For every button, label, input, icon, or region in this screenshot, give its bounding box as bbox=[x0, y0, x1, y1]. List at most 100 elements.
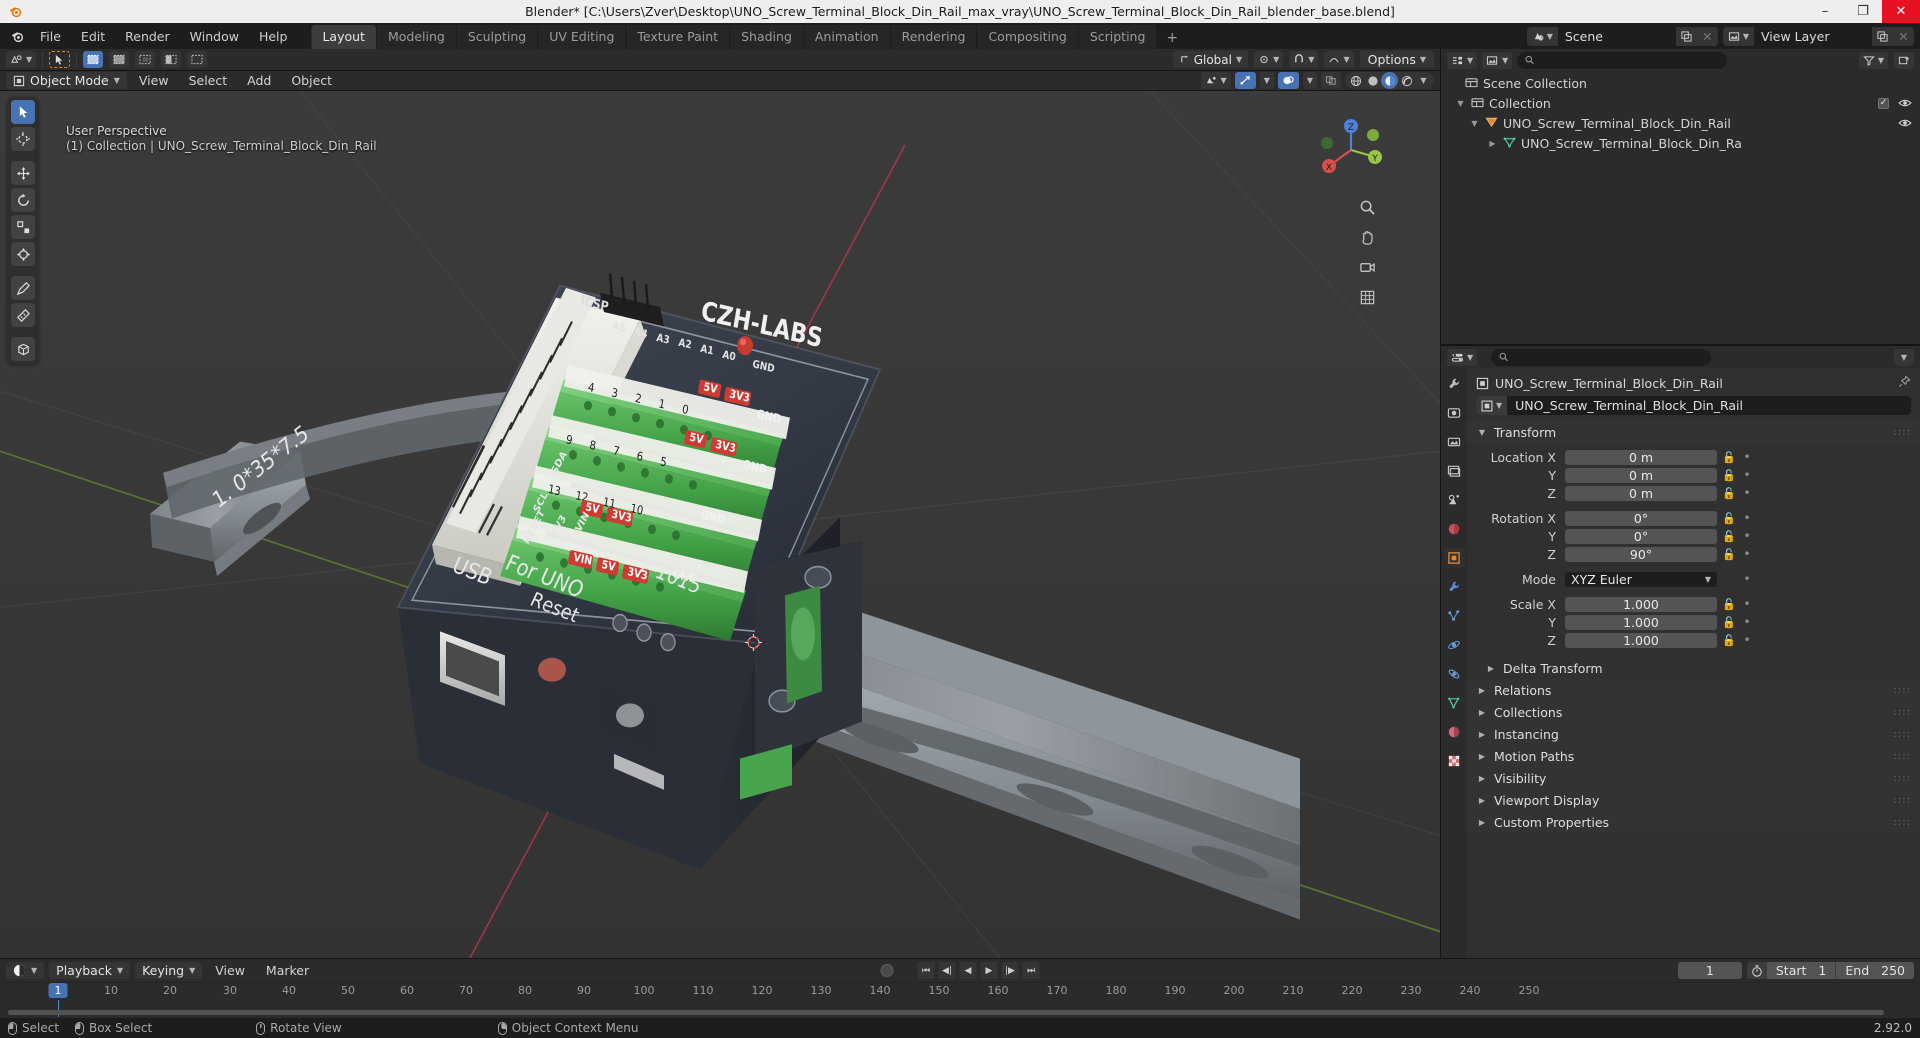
tab-shading[interactable]: Shading bbox=[730, 25, 804, 49]
rotation-x-row[interactable]: Rotation X 0° 🔓 • bbox=[1476, 510, 1911, 526]
scene-name[interactable]: Scene bbox=[1557, 26, 1676, 46]
pin-icon[interactable] bbox=[1898, 375, 1911, 391]
tab-sculpting[interactable]: Sculpting bbox=[456, 25, 539, 49]
start-frame-field[interactable]: Start 1 bbox=[1767, 962, 1836, 979]
tweak-tool-button[interactable] bbox=[49, 51, 71, 68]
properties-search-field[interactable] bbox=[1513, 350, 1704, 364]
tool-cursor[interactable] bbox=[11, 127, 35, 151]
tab-material[interactable] bbox=[1443, 722, 1465, 742]
outliner-row-object[interactable]: ▼ UNO_Screw_Terminal_Block_Din_Rail bbox=[1441, 113, 1920, 133]
tool-select-box[interactable] bbox=[11, 100, 35, 124]
animate-dot-icon[interactable]: • bbox=[1741, 547, 1753, 561]
current-frame-field[interactable]: 1 bbox=[1677, 962, 1742, 979]
scene-selector[interactable]: ▼ Scene ✕ bbox=[1526, 26, 1718, 46]
tab-scene[interactable] bbox=[1443, 490, 1465, 510]
lock-icon[interactable]: 🔓 bbox=[1722, 469, 1736, 482]
material-preview-shading-button[interactable] bbox=[1381, 72, 1398, 89]
zoom-icon[interactable] bbox=[1356, 196, 1378, 218]
relations-panel-header[interactable]: ▶ Relations :::: bbox=[1467, 679, 1920, 701]
outliner-search-field[interactable] bbox=[1539, 53, 1720, 67]
tab-world[interactable] bbox=[1443, 519, 1465, 539]
animate-dot-icon[interactable]: • bbox=[1741, 450, 1753, 464]
overlays-toggle[interactable] bbox=[1277, 72, 1299, 89]
scale-x-field[interactable]: 1.000 bbox=[1565, 596, 1717, 612]
tab-modeling[interactable]: Modeling bbox=[376, 25, 457, 49]
lock-icon[interactable]: 🔓 bbox=[1722, 634, 1736, 647]
tool-measure[interactable] bbox=[11, 303, 35, 327]
viewport-menu-select[interactable]: Select bbox=[181, 72, 236, 89]
delete-scene-button[interactable]: ✕ bbox=[1696, 26, 1718, 46]
properties-search-input[interactable] bbox=[1491, 348, 1712, 366]
expand-arrow[interactable]: ▼ bbox=[1469, 119, 1480, 128]
scene-icon[interactable]: ▼ bbox=[1526, 26, 1558, 46]
menu-window[interactable]: Window bbox=[180, 27, 249, 46]
drag-handle-icon[interactable]: :::: bbox=[1894, 707, 1911, 718]
tab-compositing[interactable]: Compositing bbox=[977, 25, 1079, 49]
object-mode-selector[interactable]: Object Mode ▼ bbox=[6, 72, 127, 89]
add-workspace-button[interactable]: + bbox=[1157, 27, 1187, 49]
location-x-row[interactable]: Location X 0 m 🔓 • bbox=[1476, 449, 1911, 465]
select-intersect-button[interactable] bbox=[161, 51, 182, 68]
tab-texture-paint[interactable]: Texture Paint bbox=[626, 25, 731, 49]
tool-move[interactable] bbox=[11, 161, 35, 185]
jump-to-end-button[interactable]: ⏭ bbox=[1022, 962, 1040, 979]
drag-handle-icon[interactable]: :::: bbox=[1894, 773, 1911, 784]
shading-options-button[interactable]: ▼ bbox=[1415, 72, 1432, 89]
location-z-row[interactable]: Z 0 m 🔓 • bbox=[1476, 485, 1911, 501]
lock-icon[interactable]: 🔓 bbox=[1722, 616, 1736, 629]
rotation-z-row[interactable]: Z 90° 🔓 • bbox=[1476, 546, 1911, 562]
location-y-field[interactable]: 0 m bbox=[1565, 467, 1717, 483]
transform-orientation-selector[interactable]: Global ▼ bbox=[1172, 51, 1249, 68]
scale-y-field[interactable]: 1.000 bbox=[1565, 614, 1717, 630]
scale-x-row[interactable]: Scale X 1.000 🔓 • bbox=[1476, 596, 1911, 612]
menu-help[interactable]: Help bbox=[249, 27, 298, 46]
timeline-view-menu[interactable]: View bbox=[207, 962, 253, 979]
tab-texture[interactable] bbox=[1443, 751, 1465, 771]
rotation-mode-row[interactable]: Mode XYZ Euler ▼ • bbox=[1476, 571, 1911, 587]
instancing-panel-header[interactable]: ▶ Instancing :::: bbox=[1467, 723, 1920, 745]
lock-icon[interactable]: 🔓 bbox=[1722, 598, 1736, 611]
view-layer-selector[interactable]: ▼ View Layer ✕ bbox=[1722, 26, 1914, 46]
new-view-layer-button[interactable] bbox=[1872, 26, 1893, 46]
outliner-row-collection[interactable]: ▼ Collection ✓ bbox=[1441, 93, 1920, 113]
scale-y-row[interactable]: Y 1.000 🔓 • bbox=[1476, 614, 1911, 630]
proportional-edit-button[interactable]: ▼ bbox=[1324, 51, 1354, 68]
timeline-ruler[interactable]: 1 10 20 30 40 50 60 70 80 90 100 110 120… bbox=[0, 982, 1920, 1000]
timeline-editor-type-button[interactable]: ▼ bbox=[6, 962, 45, 979]
drag-handle-icon[interactable]: :::: bbox=[1894, 751, 1911, 762]
lock-icon[interactable]: 🔓 bbox=[1722, 548, 1736, 561]
select-extend-button[interactable] bbox=[109, 51, 130, 68]
outliner-row-scene-collection[interactable]: Scene Collection bbox=[1441, 73, 1920, 93]
rotation-z-field[interactable]: 90° bbox=[1565, 546, 1717, 562]
menu-file[interactable]: File bbox=[30, 27, 71, 46]
play-button[interactable]: ▶ bbox=[980, 962, 998, 979]
navigation-gizmo[interactable]: Z Y X bbox=[1314, 113, 1388, 187]
select-new-button[interactable] bbox=[83, 51, 104, 68]
menu-render[interactable]: Render bbox=[115, 27, 180, 46]
select-subtract-button[interactable] bbox=[135, 51, 156, 68]
select-difference-button[interactable] bbox=[187, 51, 208, 68]
viewport-menu-add[interactable]: Add bbox=[239, 72, 279, 89]
motion-paths-panel-header[interactable]: ▶ Motion Paths :::: bbox=[1467, 745, 1920, 767]
properties-editor-type-button[interactable]: ▼ bbox=[1447, 348, 1478, 366]
keying-menu[interactable]: Keying ▼ bbox=[135, 962, 203, 979]
scale-z-row[interactable]: Z 1.000 🔓 • bbox=[1476, 632, 1911, 648]
view-layer-name[interactable]: View Layer bbox=[1754, 26, 1872, 46]
timeline-marker-menu[interactable]: Marker bbox=[258, 962, 317, 979]
expand-arrow[interactable]: ▶ bbox=[1487, 139, 1498, 148]
auto-keying-button[interactable] bbox=[880, 964, 894, 977]
timer-icon[interactable] bbox=[1746, 962, 1767, 979]
outliner-row-mesh[interactable]: ▶ UNO_Screw_Terminal_Block_Din_Ra bbox=[1441, 133, 1920, 153]
editor-type-button[interactable]: ▼ bbox=[6, 51, 37, 68]
outliner-tree[interactable]: Scene Collection ▼ Collection ✓ ▼ UNO_Sc… bbox=[1441, 71, 1920, 344]
location-x-field[interactable]: 0 m bbox=[1565, 449, 1717, 465]
play-reverse-button[interactable]: ◀ bbox=[959, 962, 977, 979]
tab-object[interactable] bbox=[1443, 548, 1465, 568]
tab-uv-editing[interactable]: UV Editing bbox=[538, 25, 627, 49]
timeline-track[interactable] bbox=[0, 1000, 1920, 1017]
outliner-filter-button[interactable]: ▼ bbox=[1858, 51, 1888, 69]
end-frame-field[interactable]: End 250 bbox=[1836, 962, 1914, 979]
collections-panel-header[interactable]: ▶ Collections :::: bbox=[1467, 701, 1920, 723]
animate-dot-icon[interactable]: • bbox=[1741, 511, 1753, 525]
tab-physics[interactable] bbox=[1443, 635, 1465, 655]
